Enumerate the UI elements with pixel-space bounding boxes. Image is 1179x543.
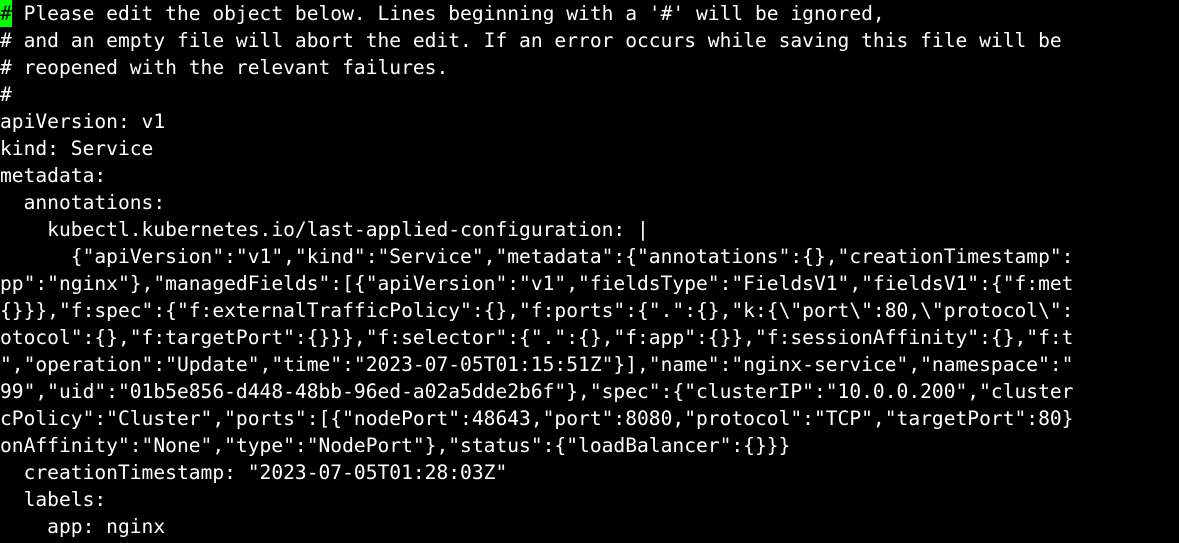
editor-line: {"apiVersion":"v1","kind":"Service","met… (0, 243, 1179, 270)
editor-line: kubectl.kubernetes.io/last-applied-confi… (0, 216, 1179, 243)
editor-line: app: nginx (0, 513, 1179, 540)
editor-line: pp":"nginx"},"managedFields":[{"apiVersi… (0, 270, 1179, 297)
editor-line: 99","uid":"01b5e856-d448-48bb-96ed-a02a5… (0, 378, 1179, 405)
editor-line: onAffinity":"None","type":"NodePort"},"s… (0, 432, 1179, 459)
editor-line: labels: (0, 486, 1179, 513)
editor-line: # and an empty file will abort the edit.… (0, 27, 1179, 54)
terminal-editor[interactable]: # Please edit the object below. Lines be… (0, 0, 1179, 543)
editor-line: {}}},"f:spec":{"f:externalTrafficPolicy"… (0, 297, 1179, 324)
editor-line: apiVersion: v1 (0, 108, 1179, 135)
editor-line: cPolicy":"Cluster","ports":[{"nodePort":… (0, 405, 1179, 432)
editor-text: Please edit the object below. Lines begi… (12, 2, 885, 25)
editor-line: otocol":{},"f:targetPort":{}}},"f:select… (0, 324, 1179, 351)
editor-line: kind: Service (0, 135, 1179, 162)
editor-line: annotations: (0, 189, 1179, 216)
editor-line: # (0, 81, 1179, 108)
editor-line: ","operation":"Update","time":"2023-07-0… (0, 351, 1179, 378)
editor-line: # reopened with the relevant failures. (0, 54, 1179, 81)
editor-line: # Please edit the object below. Lines be… (0, 0, 1179, 27)
editor-line: metadata: (0, 162, 1179, 189)
cursor: # (0, 0, 12, 27)
editor-line: creationTimestamp: "2023-07-05T01:28:03Z… (0, 459, 1179, 486)
